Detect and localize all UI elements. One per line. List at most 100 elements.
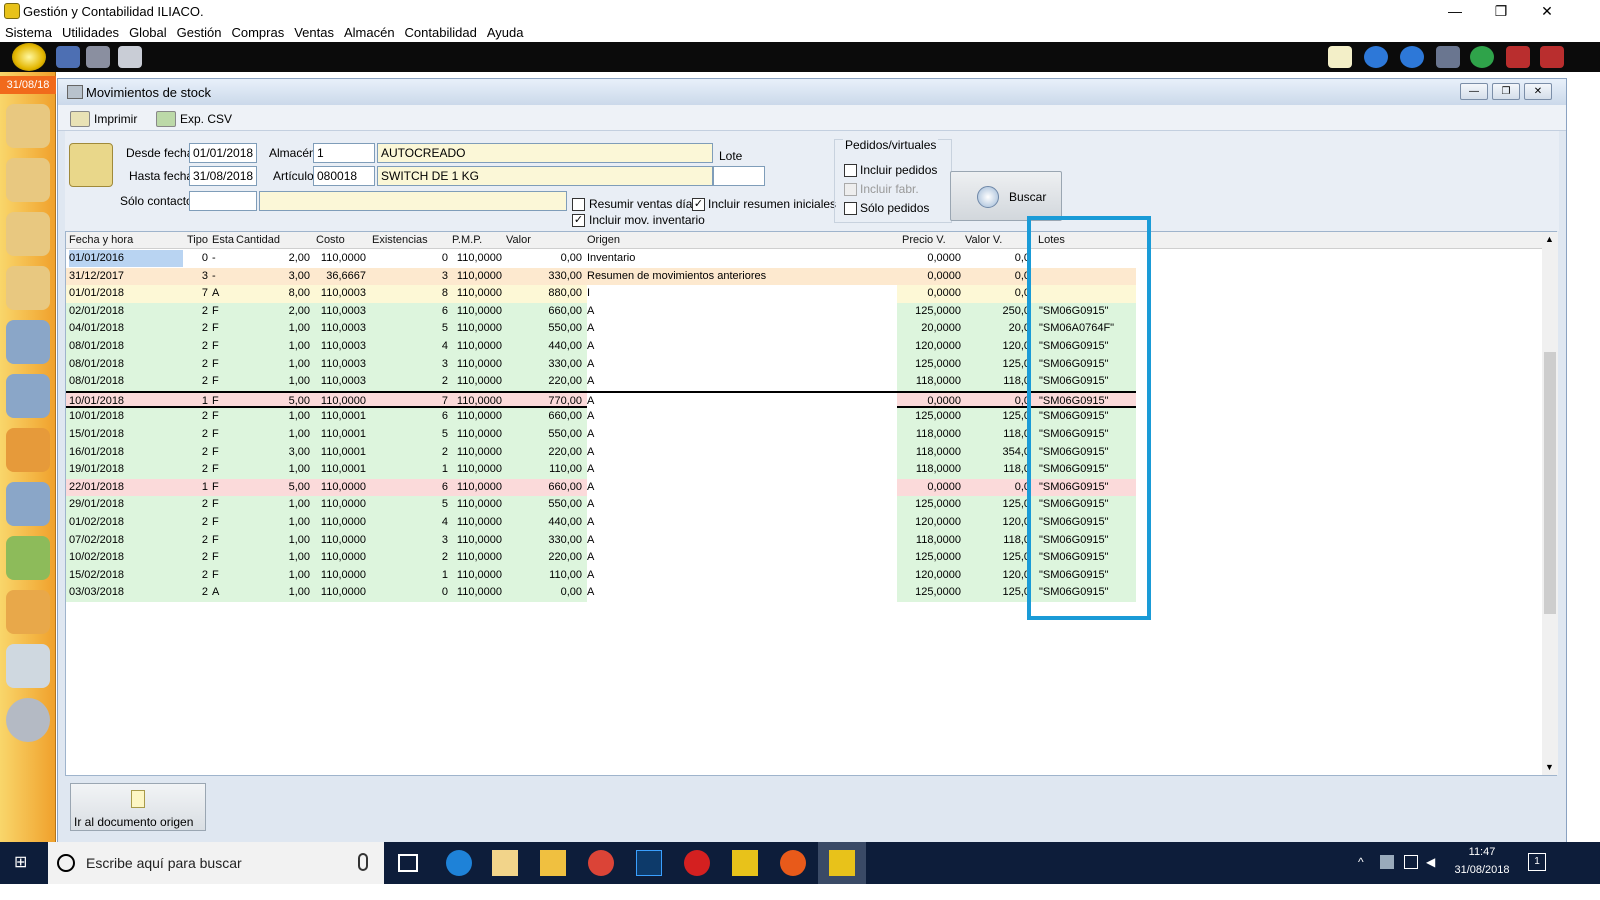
- header-costo[interactable]: Costo: [316, 234, 345, 246]
- hasta-fecha-input[interactable]: 31/08/2018: [189, 166, 257, 186]
- scroll-thumb[interactable]: [1544, 352, 1556, 614]
- menu-utilidades[interactable]: Utilidades: [57, 22, 124, 40]
- lote-input[interactable]: [713, 166, 765, 186]
- disc-icon[interactable]: [6, 698, 50, 742]
- header-existencias[interactable]: Existencias: [372, 234, 428, 246]
- buscar-button[interactable]: Buscar: [950, 171, 1062, 221]
- goto-origin-button[interactable]: Ir al documento origen: [70, 783, 206, 831]
- box-help-icon[interactable]: [118, 46, 142, 68]
- file-explorer-icon[interactable]: [540, 850, 566, 876]
- dx-icon[interactable]: [684, 850, 710, 876]
- incluir-pedidos-checkbox[interactable]: [844, 164, 857, 177]
- tray-chevron-icon[interactable]: ^: [1358, 855, 1364, 869]
- forward-arrow-icon[interactable]: [1400, 46, 1424, 68]
- iliaco-icon[interactable]: [732, 850, 758, 876]
- header-estado[interactable]: Esta: [212, 234, 234, 246]
- vertical-scrollbar[interactable]: ▲ ▼: [1542, 232, 1558, 775]
- menu-global[interactable]: Global: [124, 22, 172, 40]
- solo-pedidos-checkbox[interactable]: [844, 202, 857, 215]
- menu-ayuda[interactable]: Ayuda: [482, 22, 529, 40]
- window-restore-button[interactable]: ❐: [1492, 83, 1520, 100]
- table-row[interactable]: 10/01/2018 2 F 1,00 110,0001 6 110,0000 660,00 A…: [66, 408, 1136, 427]
- table-row[interactable]: 07/02/2018 2 F 1,00 110,0000 3 110,0000 330,00 A…: [66, 531, 1136, 550]
- articulo-code-input[interactable]: 080018: [313, 166, 375, 186]
- header-origen[interactable]: Origen: [587, 234, 620, 246]
- header-fecha[interactable]: Fecha y hora: [69, 234, 133, 246]
- table-row[interactable]: 19/01/2018 2 F 1,00 110,0001 1 110,0000 110,00 A…: [66, 461, 1136, 480]
- mail-app-icon[interactable]: [492, 850, 518, 876]
- window-close-button[interactable]: ✕: [1524, 83, 1552, 100]
- purchase-invoice-icon[interactable]: [6, 482, 50, 526]
- desde-fecha-input[interactable]: 01/01/2018: [189, 143, 257, 163]
- menu-contabilidad[interactable]: Contabilidad: [400, 22, 482, 40]
- close-all-icon[interactable]: [1540, 46, 1564, 68]
- edge-icon[interactable]: [446, 850, 472, 876]
- header-tipo[interactable]: Tipo: [187, 234, 208, 246]
- article-icon[interactable]: [6, 320, 50, 364]
- header-precio-v[interactable]: Precio V.: [902, 234, 946, 246]
- task-view-icon[interactable]: [398, 854, 418, 872]
- table-row[interactable]: 29/01/2018 2 F 1,00 110,0000 5 110,0000 550,00 A…: [66, 496, 1136, 515]
- settings-gear-icon[interactable]: [86, 46, 110, 68]
- sales-invoice-icon[interactable]: [6, 428, 50, 472]
- home-orb-icon[interactable]: [12, 43, 46, 71]
- menu-sistema[interactable]: Sistema: [0, 22, 57, 40]
- contact-icon[interactable]: [6, 158, 50, 202]
- table-row[interactable]: 01/01/2016 0-2,00 110,0000 0 110,0000 0,00 Inv…: [66, 250, 1136, 268]
- window-minimize-button[interactable]: —: [1460, 83, 1488, 100]
- almacen-code-input[interactable]: 1: [313, 143, 375, 163]
- active-app-slot[interactable]: [818, 842, 866, 884]
- table-row[interactable]: 03/03/2018 2 A 1,00 110,0000 0 110,0000 0,00 A 12…: [66, 584, 1136, 603]
- network-icon[interactable]: [1404, 855, 1418, 869]
- menu-compras[interactable]: Compras: [226, 22, 289, 40]
- print-button[interactable]: Imprimir: [70, 109, 137, 129]
- solo-contacto-input[interactable]: [189, 191, 257, 211]
- table-row[interactable]: 10/01/2018 1 F 5,00 110,0000 7 110,0000 770,00 A…: [66, 390, 1136, 411]
- incluir-mov-inventario-checkbox[interactable]: ✓: [572, 214, 585, 227]
- windows-list-icon[interactable]: [1436, 46, 1460, 68]
- minimize-button[interactable]: —: [1432, 0, 1478, 22]
- table-row[interactable]: 22/01/2018 1 F 5,00 110,0000 6 110,0000 660,00 A…: [66, 478, 1136, 497]
- table-row[interactable]: 08/01/2018 2 F 1,00 110,0003 3 110,0000 330,00 A…: [66, 355, 1136, 374]
- header-cantidad[interactable]: Cantidad: [236, 234, 280, 246]
- volume-muted-icon[interactable]: ◀: [1426, 855, 1440, 869]
- menu-gestion[interactable]: Gestión: [172, 22, 227, 40]
- agent-icon[interactable]: [6, 266, 50, 310]
- ledger-icon[interactable]: [6, 644, 50, 688]
- table-row[interactable]: 08/01/2018 2 F 1,00 110,0003 4 110,0000 440,00 A…: [66, 338, 1136, 356]
- header-valor-v[interactable]: Valor V.: [965, 234, 1002, 246]
- maximize-button[interactable]: ❐: [1478, 0, 1524, 22]
- table-row[interactable]: 15/01/2018 2 F 1,00 110,0001 5 110,0000 550,00 A…: [66, 426, 1136, 444]
- chrome-icon[interactable]: [588, 850, 614, 876]
- close-button[interactable]: ✕: [1524, 0, 1570, 22]
- mail-icon[interactable]: [1328, 46, 1352, 68]
- taskbar-search[interactable]: Escribe aquí para buscar: [48, 842, 384, 884]
- dropbox-icon[interactable]: [1380, 855, 1394, 869]
- text-tool-icon[interactable]: [56, 46, 80, 68]
- incluir-resumen-checkbox[interactable]: ✓: [692, 198, 705, 211]
- back-arrow-icon[interactable]: [1364, 46, 1388, 68]
- help-icon[interactable]: [1470, 46, 1494, 68]
- scroll-up-icon[interactable]: ▲: [1545, 234, 1554, 244]
- header-pmp[interactable]: P.M.P.: [452, 234, 482, 246]
- table-row[interactable]: 01/02/2018 2 F 1,00 110,0000 4 110,0000 440,00 A…: [66, 514, 1136, 532]
- header-valor[interactable]: Valor: [506, 234, 531, 246]
- table-row[interactable]: 10/02/2018 2 F 1,00 110,0000 2 110,0000 220,00 A…: [66, 549, 1136, 568]
- menu-ventas[interactable]: Ventas: [289, 22, 339, 40]
- table-row[interactable]: 16/01/2018 2 F 3,00 110,0001 2 110,0000 220,00 A…: [66, 443, 1136, 462]
- table-row[interactable]: 08/01/2018 2 F 1,00 110,0003 2 110,0000 220,00 A…: [66, 373, 1136, 392]
- table-row[interactable]: 01/01/2018 7 A 8,00 110,0003 8 110,0000 880,00 I…: [66, 285, 1136, 304]
- scroll-down-icon[interactable]: ▼: [1545, 762, 1554, 772]
- photoshop-icon[interactable]: [636, 850, 662, 876]
- table-row[interactable]: 15/02/2018 2 F 1,00 110,0000 1 110,0000 110,00 A…: [66, 566, 1136, 585]
- export-csv-button[interactable]: Exp. CSV: [156, 109, 232, 129]
- table-row[interactable]: 02/01/2018 2 F 2,00 110,0003 6 110,0000 660,00 A…: [66, 302, 1136, 321]
- green-bag-icon[interactable]: [6, 536, 50, 580]
- orange-bag-icon[interactable]: [6, 590, 50, 634]
- invoice-icon[interactable]: [6, 374, 50, 418]
- table-row[interactable]: 04/01/2018 2 F 1,00 110,0003 5 110,0000 550,00 A…: [66, 320, 1136, 339]
- clock-time[interactable]: 11:47: [1450, 846, 1514, 858]
- menu-almacen[interactable]: Almacén: [339, 22, 400, 40]
- clock-date[interactable]: 31/08/2018: [1450, 864, 1514, 876]
- provider-icon[interactable]: [6, 212, 50, 256]
